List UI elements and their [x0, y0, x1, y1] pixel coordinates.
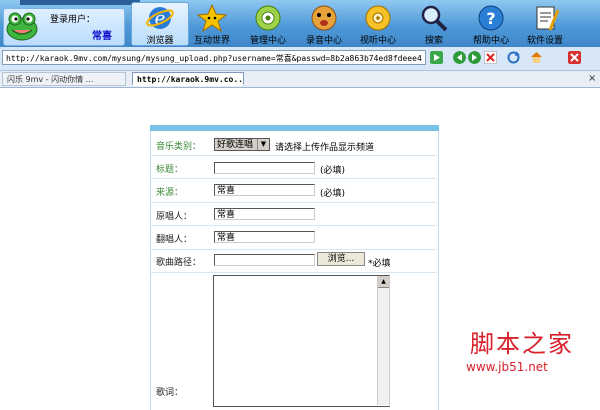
category-selected: 好歌连唱 [217, 140, 254, 150]
gear-icon [255, 5, 281, 31]
toolbar-manage-button[interactable]: 管理中心 [240, 3, 296, 46]
go-icon[interactable] [430, 51, 443, 64]
watermark-title: 脚本之家 [470, 330, 574, 358]
help-icon: ? [478, 5, 504, 31]
toolbar-label: 视听中心 [359, 36, 396, 46]
original-singer-input[interactable]: 常喜 [214, 208, 315, 220]
category-select[interactable]: 好歌连唱 ▼ [214, 138, 270, 151]
category-hint: 请选择上传作品显示频道 [275, 143, 375, 153]
toolbar-label: 管理中心 [249, 36, 286, 46]
title-strip [20, 0, 140, 5]
lyrics-label: 歌词： [156, 388, 184, 398]
toolbar-listen-button[interactable]: 视听中心 [350, 3, 406, 46]
toolbar-record-button[interactable]: 录音中心 [296, 3, 352, 46]
close-page-icon[interactable] [568, 51, 581, 64]
chevron-down-icon: ▼ [257, 139, 269, 150]
source-input[interactable]: 常喜 [214, 184, 315, 196]
settings-doc-icon [536, 6, 560, 31]
toolbar-settings-button[interactable]: 软件设置 [517, 3, 573, 46]
song-path-label: 歌曲路径： [156, 258, 202, 268]
ie-icon: e [146, 7, 174, 29]
scroll-up-icon[interactable]: ▲ [378, 276, 389, 288]
toolbar-interact-button[interactable]: 互动世界 [184, 3, 240, 46]
tab-9mv-home[interactable]: 闪乐 9mv - 闪动你情 ... [2, 72, 126, 86]
tab-close-icon[interactable]: × [588, 73, 596, 84]
disc-icon [365, 5, 391, 31]
cover-singer-label: 翻唱人： [156, 235, 193, 245]
source-label: 来源： [156, 188, 184, 198]
refresh-icon[interactable] [507, 51, 520, 64]
lyrics-scrollbar[interactable]: ▲ [377, 276, 389, 405]
toolbar-label: 录音中心 [305, 36, 342, 46]
back-icon[interactable] [453, 51, 466, 64]
original-singer-label: 原唱人： [156, 212, 193, 222]
svg-text:?: ? [486, 9, 495, 28]
user-label: 登录用户： [50, 15, 96, 25]
frog-logo-icon [6, 12, 38, 41]
form-header-bar [150, 125, 439, 131]
cookie-face-icon [311, 5, 337, 31]
row-source: 来源： 常喜 (必填) [151, 179, 437, 203]
toolbar-label: 浏览器 [146, 36, 174, 46]
title-input[interactable] [214, 162, 315, 174]
song-path-input[interactable] [214, 254, 315, 266]
url-input[interactable]: http://karaok.9mv.com/mysung/mysung_uplo… [2, 50, 426, 65]
tab-bar: 闪乐 9mv - 闪动你情 ... http://karaok.9mv.co..… [0, 71, 600, 88]
toolbar-label: 搜索 [424, 36, 443, 46]
row-song-path: 歌曲路径： 浏览... *必填 [151, 250, 437, 273]
address-bar: http://karaok.9mv.com/mysung/mysung_uplo… [0, 47, 600, 71]
cover-singer-input[interactable]: 常喜 [214, 231, 315, 243]
row-original-singer: 原唱人： 常喜 [151, 203, 437, 226]
title-required-note: (必填) [320, 166, 346, 176]
toolbar-label: 互动世界 [193, 36, 230, 46]
toolbar-label: 帮助中心 [472, 36, 509, 46]
magnifier-icon [421, 5, 448, 32]
song-path-required-note: *必填 [368, 259, 391, 269]
stop-icon[interactable] [484, 51, 497, 64]
star-icon [197, 4, 227, 32]
home-icon[interactable] [530, 51, 543, 64]
toolbar-help-button[interactable]: ? 帮助中心 [463, 3, 519, 46]
toolbar-search-button[interactable]: 搜索 [406, 3, 462, 46]
toolbar-browser-button[interactable]: e 浏览器 [131, 2, 189, 46]
title-label: 标题： [156, 165, 184, 175]
forward-icon[interactable] [468, 51, 481, 64]
row-category: 音乐类别： 好歌连唱 ▼ 请选择上传作品显示频道 [151, 135, 437, 156]
row-cover-singer: 翻唱人： 常喜 [151, 226, 437, 250]
watermark-url: www.jb51.net [466, 360, 548, 374]
category-label: 音乐类别： [156, 142, 202, 152]
tab-upload[interactable]: http://karaok.9mv.co... [132, 72, 244, 86]
browse-button[interactable]: 浏览... [317, 252, 365, 266]
user-name: 常喜 [92, 31, 112, 42]
row-title: 标题： (必填) [151, 156, 437, 179]
top-toolbar: 登录用户： 常喜 e 浏览器 互动世界 管理中心 录音中心 视听中心 搜索 ? … [0, 0, 600, 47]
toolbar-label: 软件设置 [526, 36, 563, 46]
lyrics-textarea[interactable]: ▲ [213, 275, 390, 407]
source-required-note: (必填) [320, 189, 346, 199]
